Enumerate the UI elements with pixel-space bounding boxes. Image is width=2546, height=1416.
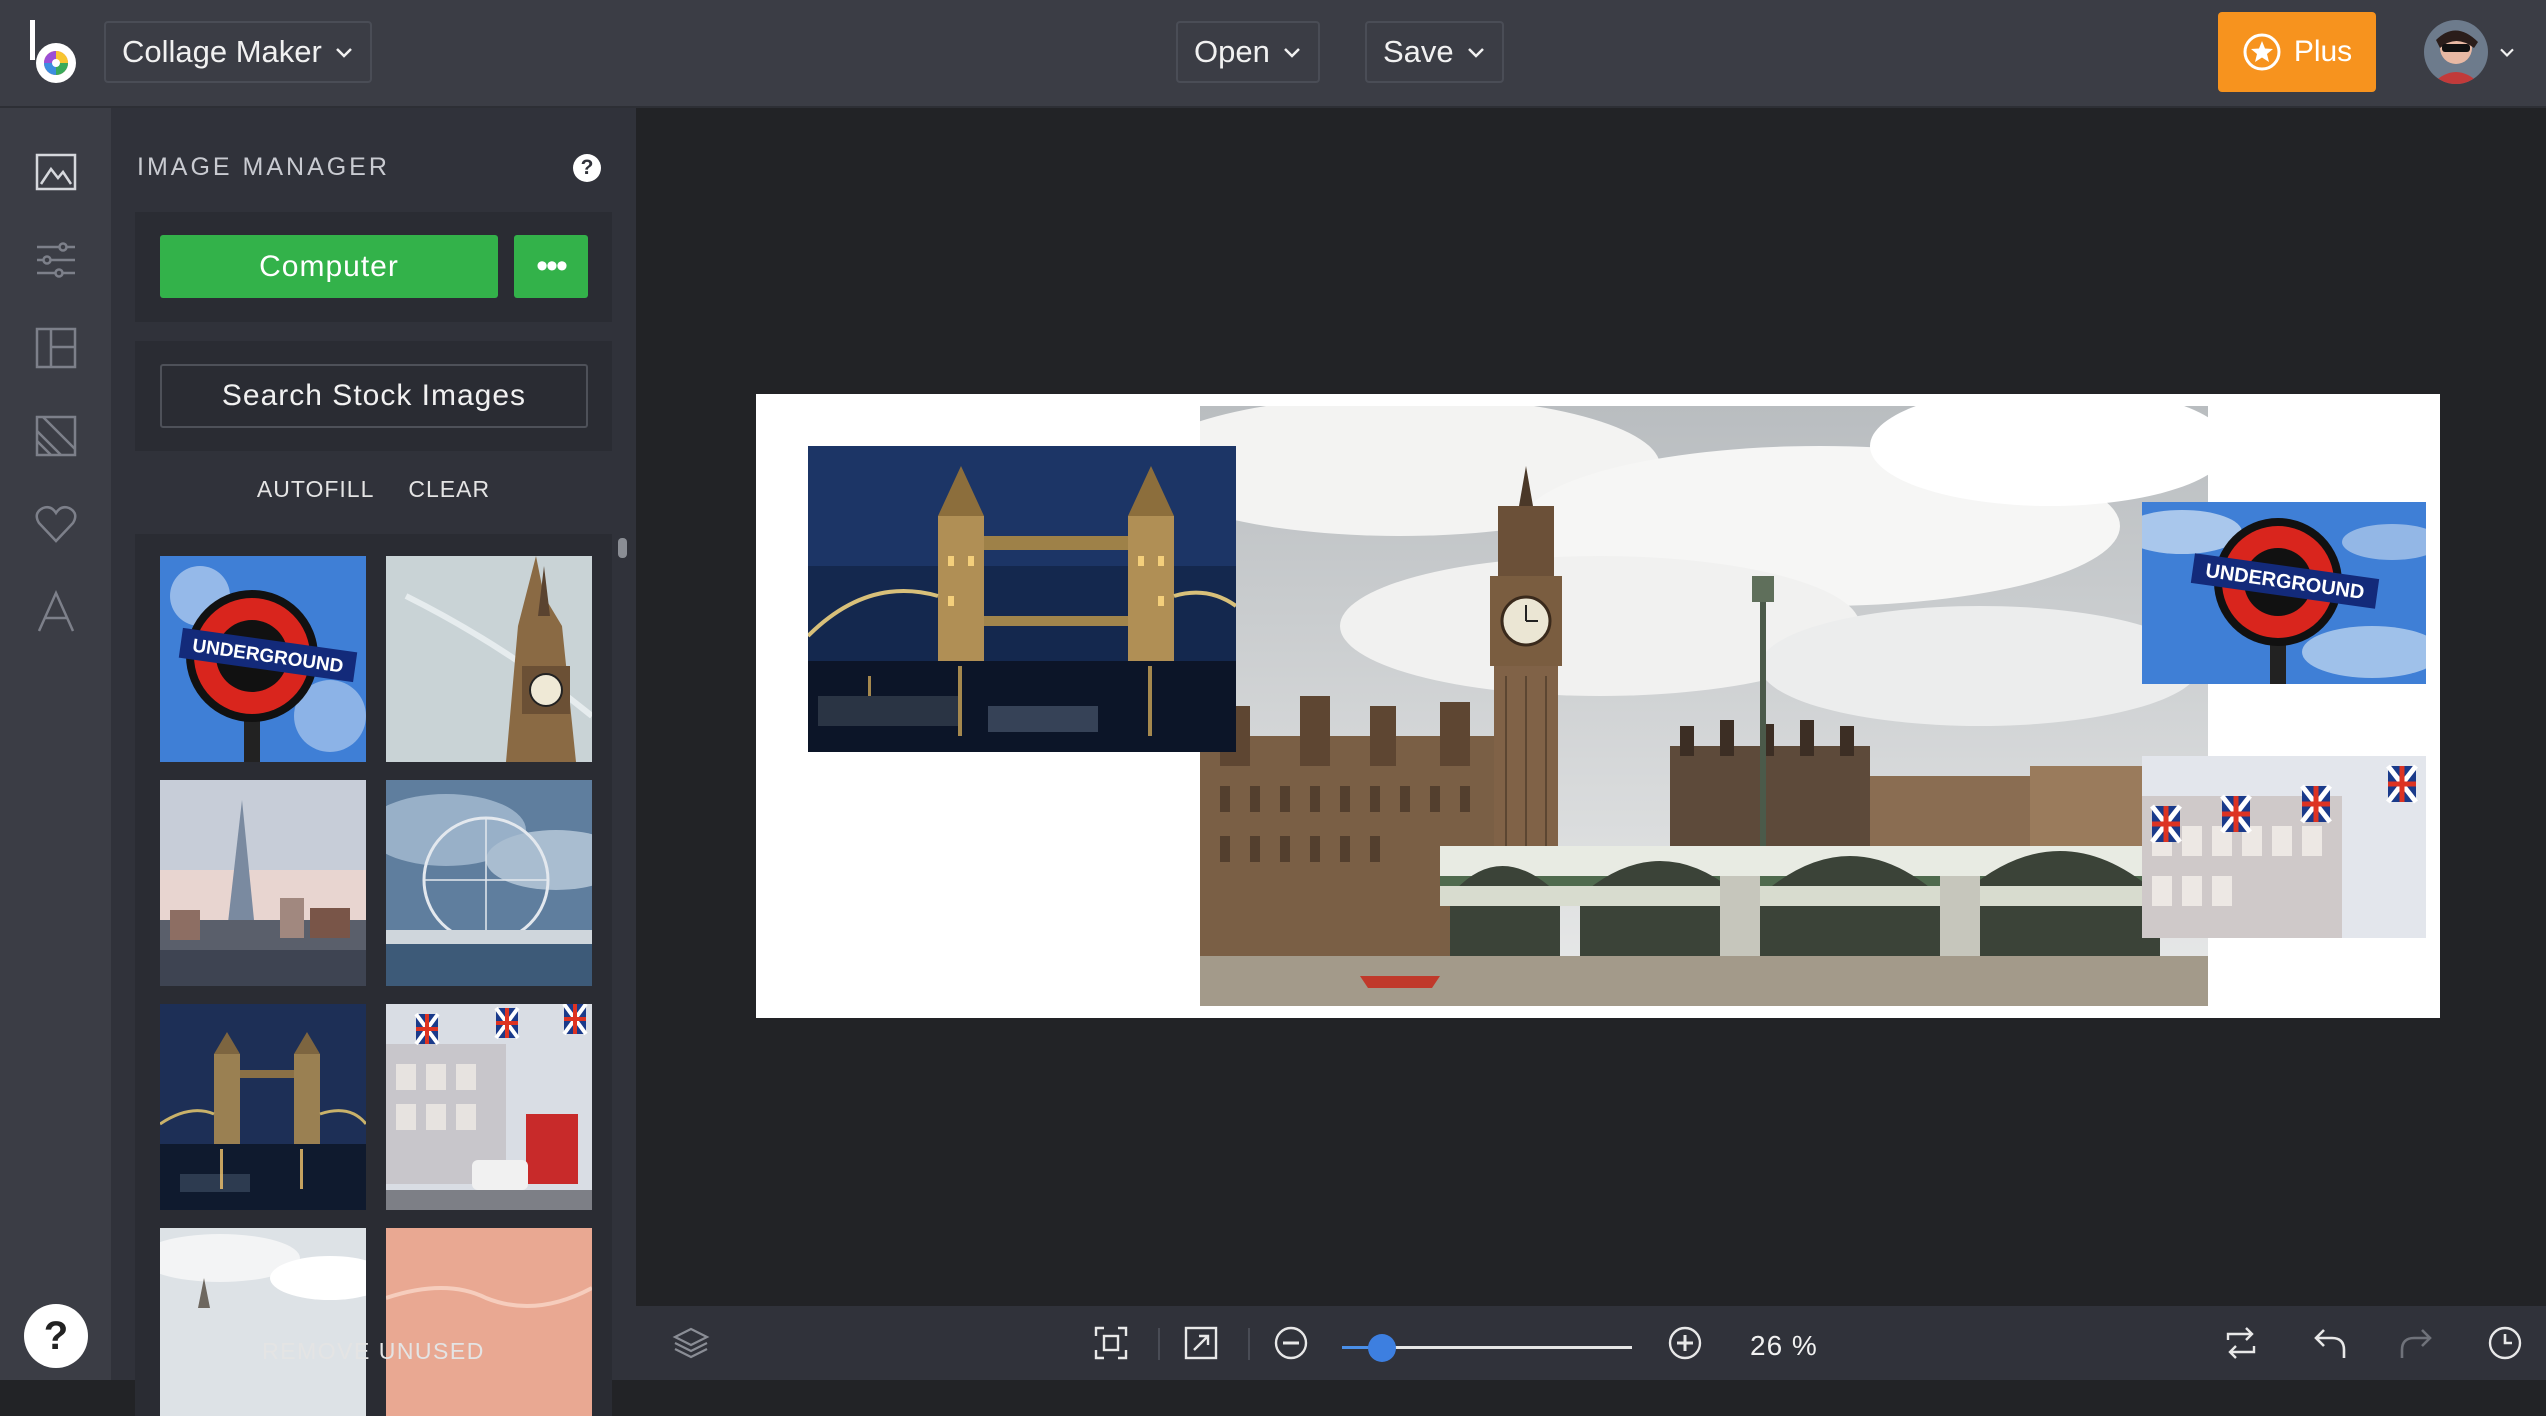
- thumbnail-london-eye[interactable]: [386, 780, 592, 986]
- swap-images-button[interactable]: [2220, 1322, 2262, 1364]
- swap-icon: [2226, 1327, 2256, 1359]
- bottom-toolbar: [636, 1306, 2546, 1380]
- expand-icon: [1184, 1326, 1218, 1360]
- search-stock-images-button[interactable]: Search Stock Images: [160, 364, 588, 428]
- open-dropdown[interactable]: Open: [1176, 21, 1320, 83]
- history-button[interactable]: [2484, 1322, 2526, 1364]
- thumbnail-underground-sign[interactable]: UNDERGROUND: [160, 556, 366, 762]
- collage-photo-underground[interactable]: UNDERGROUND: [2142, 502, 2426, 684]
- clear-button[interactable]: CLEAR: [408, 476, 490, 503]
- thumbnail-union-jack-street[interactable]: [386, 1004, 592, 1210]
- thumbnail-london-skyline[interactable]: [160, 780, 366, 986]
- save-label: Save: [1383, 34, 1454, 69]
- image-manager-panel: IMAGE MANAGER ? Computer ••• Search Stoc…: [111, 108, 636, 1416]
- chevron-down-icon: [2500, 48, 2514, 57]
- redo-icon: [2400, 1329, 2432, 1358]
- heart-icon: [35, 505, 77, 543]
- collage-photo-union-jack[interactable]: [2142, 756, 2426, 938]
- sliders-icon: [37, 242, 75, 278]
- image-icon: [35, 153, 77, 191]
- layers-button[interactable]: [670, 1322, 712, 1364]
- plus-circle-icon: [1668, 1326, 1702, 1360]
- thumbnail-tower-bridge-night[interactable]: [160, 1004, 366, 1210]
- autofill-clear-row: AUTOFILL CLEAR: [111, 476, 636, 503]
- rail-graphics[interactable]: [28, 496, 84, 552]
- remove-unused-button[interactable]: REMOVE UNUSED: [111, 1338, 636, 1365]
- fit-screen-icon: [1094, 1326, 1128, 1360]
- layers-icon: [672, 1327, 710, 1359]
- minus-circle-icon: [1274, 1326, 1308, 1360]
- collage-photo-tower-bridge[interactable]: [808, 446, 1236, 752]
- text-icon: [37, 589, 75, 632]
- collage-photo-westminster[interactable]: [1200, 406, 2208, 1006]
- computer-upload-button[interactable]: Computer: [160, 235, 498, 298]
- account-menu[interactable]: [2424, 20, 2516, 84]
- rail-image-manager[interactable]: [28, 144, 84, 200]
- fit-to-screen-button[interactable]: [1090, 1322, 1132, 1364]
- actual-size-button[interactable]: [1180, 1322, 1222, 1364]
- panel-title: IMAGE MANAGER: [137, 153, 390, 181]
- undo-icon: [2314, 1329, 2346, 1358]
- zoom-in-button[interactable]: [1664, 1322, 1706, 1364]
- chevron-down-icon: [1467, 48, 1484, 58]
- save-dropdown[interactable]: Save: [1365, 21, 1504, 83]
- panel-help-icon[interactable]: ?: [573, 154, 601, 182]
- collage-canvas[interactable]: UNDERGROUND: [756, 394, 2440, 1018]
- history-clock-icon: [2488, 1326, 2522, 1360]
- top-bar: Collage Maker Open Save Plus: [0, 0, 2546, 108]
- more-sources-button[interactable]: •••: [514, 235, 588, 298]
- chevron-down-icon: [335, 48, 352, 58]
- help-button[interactable]: ?: [24, 1304, 88, 1368]
- redo-button[interactable]: [2396, 1322, 2438, 1364]
- app-selector-dropdown[interactable]: Collage Maker: [104, 21, 372, 83]
- befunky-logo-icon[interactable]: [26, 18, 84, 86]
- rail-text[interactable]: [28, 584, 84, 640]
- rail-background[interactable]: [28, 408, 84, 464]
- chevron-down-icon: [1283, 48, 1300, 58]
- background-icon: [35, 415, 77, 457]
- thumbnail-scrollbar-thumb[interactable]: [618, 538, 627, 558]
- rail-layouts[interactable]: [28, 320, 84, 376]
- plus-upgrade-button[interactable]: Plus: [2218, 12, 2376, 92]
- toolbar-divider: [1248, 1328, 1250, 1360]
- zoom-slider-handle[interactable]: [1368, 1334, 1396, 1362]
- zoom-out-button[interactable]: [1270, 1322, 1312, 1364]
- thumbnail-clouds-tower[interactable]: [160, 1228, 366, 1416]
- plus-label: Plus: [2293, 35, 2353, 68]
- thumbnail-scrollbar[interactable]: [615, 534, 625, 1416]
- star-circle-icon: [2243, 33, 2281, 71]
- open-label: Open: [1194, 34, 1270, 69]
- avatar: [2424, 20, 2488, 84]
- thumbnail-grid: UNDERGROUND: [135, 534, 612, 1416]
- toolbar-divider: [1158, 1328, 1160, 1360]
- layout-icon: [35, 327, 77, 369]
- app-selector-label: Collage Maker: [122, 34, 322, 69]
- autofill-button[interactable]: AUTOFILL: [257, 476, 375, 503]
- thumbnail-pink-sky[interactable]: [386, 1228, 592, 1416]
- thumbnail-big-ben-tower[interactable]: [386, 556, 592, 762]
- rail-adjust[interactable]: [28, 232, 84, 288]
- tool-rail: ?: [0, 108, 111, 1380]
- zoom-level-text: 26 %: [1750, 1330, 1818, 1361]
- undo-button[interactable]: [2308, 1322, 2350, 1364]
